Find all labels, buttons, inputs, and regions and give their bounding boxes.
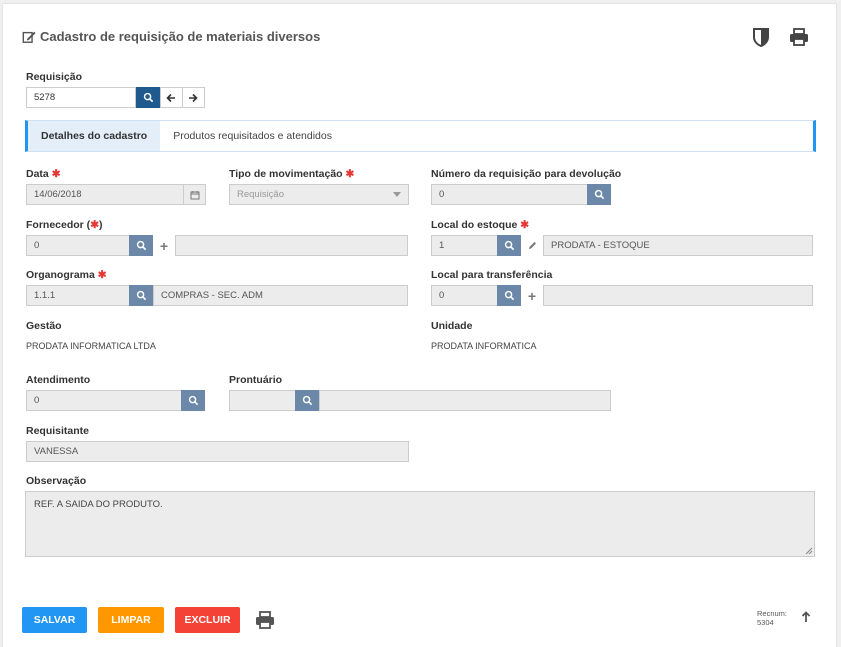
observacao-textarea[interactable]: REF. A SAIDA DO PRODUTO.	[25, 491, 815, 557]
fornecedor-add-button[interactable]: +	[153, 235, 175, 256]
clear-button[interactable]: LIMPAR	[98, 607, 164, 633]
fornecedor-label: Fornecedor (✱)	[26, 219, 103, 231]
prontuario-desc	[319, 390, 611, 411]
navigation-buttons	[160, 87, 205, 108]
data-input[interactable]: 14/06/2018	[26, 184, 184, 205]
main-panel: Cadastro de requisição de materiais dive…	[3, 4, 836, 647]
data-label: Data ✱	[26, 168, 61, 180]
search-icon	[143, 92, 153, 103]
arrow-up-icon[interactable]	[801, 611, 811, 623]
arrow-left-icon	[166, 93, 176, 102]
search-icon	[188, 395, 198, 406]
unidade-label: Unidade	[431, 320, 473, 332]
local-transferencia-label: Local para transferência	[431, 269, 553, 281]
requisitante-input[interactable]: VANESSA	[26, 441, 409, 462]
local-estoque-input[interactable]: 1	[431, 235, 498, 256]
recnum-value: 5304	[757, 618, 774, 627]
required-icon: ✱	[51, 168, 61, 180]
tab-produtos[interactable]: Produtos requisitados e atendidos	[160, 121, 345, 151]
observacao-label: Observação	[26, 475, 87, 487]
local-transferencia-input[interactable]: 0	[431, 285, 498, 306]
delete-button[interactable]: EXCLUIR	[175, 607, 240, 633]
plus-icon: +	[527, 287, 537, 304]
prontuario-search-button[interactable]	[295, 390, 319, 411]
organograma-search-button[interactable]	[129, 285, 153, 306]
unidade-value: PRODATA INFORMATICA	[431, 341, 537, 351]
local-estoque-search-button[interactable]	[497, 235, 521, 256]
local-estoque-label: Local do estoque ✱	[431, 219, 530, 231]
page-title-text: Cadastro de requisição de materiais dive…	[40, 29, 321, 44]
pencil-icon	[528, 242, 536, 249]
search-icon	[136, 290, 146, 301]
requisicao-label: Requisição	[26, 71, 83, 83]
required-icon: ✱	[345, 168, 355, 180]
required-icon: ✱	[90, 219, 99, 231]
edit-icon	[22, 31, 36, 43]
local-transferencia-desc	[543, 285, 813, 306]
required-icon: ✱	[520, 219, 530, 231]
recnum-label: Recnum:	[757, 609, 788, 618]
arrow-right-icon	[189, 93, 198, 102]
tipo-label: Tipo de movimentação ✱	[229, 168, 355, 180]
local-estoque-edit-button[interactable]	[521, 235, 543, 256]
fornecedor-input[interactable]: 0	[26, 235, 130, 256]
requisicao-input[interactable]: 5278	[26, 87, 136, 108]
requisicao-search-button[interactable]	[136, 87, 160, 108]
atendimento-input[interactable]: 0	[26, 390, 182, 411]
atendimento-label: Atendimento	[26, 374, 91, 386]
gestao-value: PRODATA INFORMATICA LTDA	[26, 341, 156, 351]
numero-devolucao-search-button[interactable]	[587, 184, 611, 205]
page-title: Cadastro de requisição de materiais dive…	[22, 29, 320, 44]
local-transferencia-add-button[interactable]: +	[521, 285, 543, 306]
chevron-down-icon	[393, 192, 401, 197]
tab-detalhes[interactable]: Detalhes do cadastro	[28, 121, 161, 151]
local-transferencia-search-button[interactable]	[497, 285, 521, 306]
search-icon	[136, 240, 146, 251]
required-icon: ✱	[97, 269, 107, 281]
recnum: Recnum: 5304	[757, 609, 787, 627]
organograma-input[interactable]: 1.1.1	[26, 285, 130, 306]
print-icon[interactable]	[254, 609, 276, 631]
prontuario-label: Prontuário	[229, 374, 283, 386]
print-icon[interactable]	[788, 26, 810, 48]
calendar-button[interactable]	[183, 184, 206, 205]
next-button[interactable]	[183, 88, 204, 107]
shield-icon[interactable]	[750, 26, 772, 48]
organograma-desc: COMPRAS - SEC. ADM	[153, 285, 408, 306]
numero-devolucao-input[interactable]: 0	[431, 184, 588, 205]
tab-bar: Detalhes do cadastro Produtos requisitad…	[25, 120, 816, 152]
atendimento-search-button[interactable]	[181, 390, 205, 411]
search-icon	[504, 290, 514, 301]
search-icon	[594, 189, 604, 200]
tipo-select-value: Requisição	[237, 189, 284, 200]
tipo-select[interactable]: Requisição	[229, 184, 409, 205]
organograma-label: Organograma ✱	[26, 269, 107, 281]
prontuario-input[interactable]	[229, 390, 296, 411]
search-icon	[504, 240, 514, 251]
requisitante-label: Requisitante	[26, 425, 90, 437]
previous-button[interactable]	[161, 88, 183, 107]
fornecedor-search-button[interactable]	[129, 235, 153, 256]
gestao-label: Gestão	[26, 320, 62, 332]
plus-icon: +	[159, 237, 169, 254]
search-icon	[302, 395, 312, 406]
numero-devolucao-label: Número da requisição para devolução	[431, 168, 622, 180]
resize-handle-icon[interactable]	[805, 547, 813, 555]
calendar-icon	[190, 190, 199, 199]
save-button[interactable]: SALVAR	[22, 607, 87, 633]
fornecedor-desc	[175, 235, 408, 256]
local-estoque-desc: PRODATA - ESTOQUE	[543, 235, 813, 256]
